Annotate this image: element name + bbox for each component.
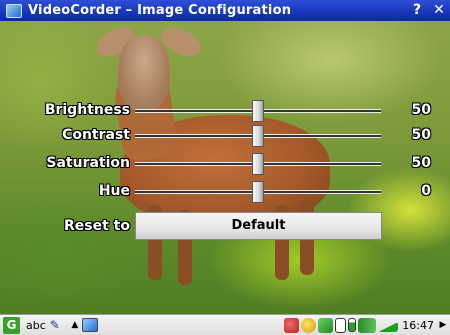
usb-icon[interactable]	[358, 317, 377, 333]
window-title: VideoCorder – Image Configuration	[28, 3, 292, 18]
start-menu-icon[interactable]: G	[3, 316, 20, 334]
reset-label: Reset to	[64, 218, 130, 234]
title-bar: VideoCorder – Image Configuration ? ✕	[0, 0, 450, 21]
search-icon[interactable]	[301, 317, 317, 333]
help-button[interactable]: ?	[406, 0, 428, 21]
taskbar: G abc ✎ ▲ 16:47 ▶	[0, 314, 450, 335]
default-button[interactable]: Default	[135, 212, 382, 240]
saturation-value: 50	[411, 155, 431, 171]
taskbar-app-icon[interactable]	[81, 318, 98, 332]
shield-icon[interactable]	[318, 317, 334, 333]
brightness-value: 50	[411, 102, 431, 118]
hue-label: Hue	[98, 183, 130, 199]
close-button[interactable]: ✕	[428, 0, 450, 21]
note-icon[interactable]	[335, 317, 347, 333]
app-icon	[6, 3, 22, 18]
saturation-slider-thumb[interactable]	[252, 153, 264, 175]
network-icon[interactable]	[284, 317, 300, 333]
brightness-label: Brightness	[44, 102, 130, 118]
scroll-right-arrow[interactable]: ▶	[438, 317, 448, 334]
hue-slider-thumb[interactable]	[252, 181, 264, 203]
up-arrow-icon[interactable]: ▲	[70, 317, 80, 334]
saturation-label: Saturation	[46, 155, 130, 171]
signal-strength-icon[interactable]	[378, 322, 399, 332]
brightness-slider-thumb[interactable]	[252, 100, 264, 122]
contrast-slider-thumb[interactable]	[252, 125, 264, 147]
contrast-label: Contrast	[62, 127, 130, 143]
clock: 16:47	[402, 318, 434, 332]
battery-icon[interactable]	[348, 318, 357, 332]
pen-icon[interactable]: ✎	[48, 317, 62, 334]
deer-head	[118, 35, 170, 110]
hue-value: 0	[421, 183, 431, 199]
keyboard-input-indicator[interactable]: abc	[26, 317, 46, 334]
contrast-value: 50	[411, 127, 431, 143]
